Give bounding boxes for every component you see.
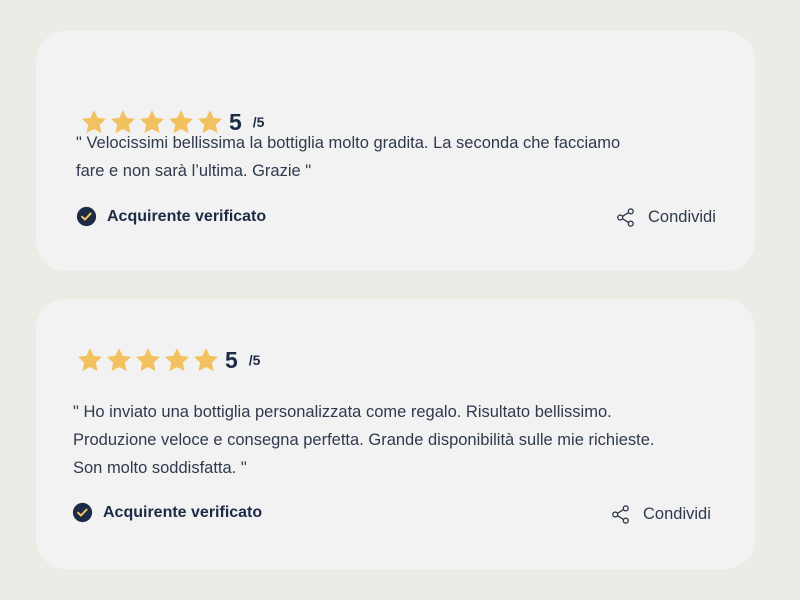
review-text: " Ho inviato una bottiglia personalizzat… bbox=[73, 403, 655, 477]
star-icon bbox=[76, 346, 104, 374]
review-card: 5 /5 " Velocissimi bellissima la bottigl… bbox=[36, 31, 755, 271]
check-circle-icon bbox=[76, 206, 97, 227]
rating-row: 5 /5 bbox=[76, 346, 260, 374]
rating-scale: /5 bbox=[248, 352, 261, 368]
share-label: Condividi bbox=[643, 505, 711, 523]
rating-scale: /5 bbox=[252, 114, 265, 130]
review-card: 5 /5 " Ho inviato una bottiglia personal… bbox=[36, 299, 755, 569]
star-icon bbox=[192, 346, 220, 374]
star-icon bbox=[105, 346, 133, 374]
rating-score: 5 bbox=[225, 346, 238, 373]
star-icon bbox=[134, 346, 162, 374]
verified-buyer-badge: Acquirente verificato bbox=[72, 502, 262, 523]
star-icon bbox=[163, 346, 191, 374]
verified-buyer-label: Acquirente verificato bbox=[107, 207, 267, 225]
star-rating bbox=[76, 346, 220, 374]
check-circle-icon bbox=[72, 502, 93, 523]
verified-buyer-badge: Acquirente verificato bbox=[76, 206, 266, 227]
share-button[interactable]: Condividi bbox=[610, 504, 711, 525]
review-text: " Velocissimi bellissima la bottiglia mo… bbox=[76, 134, 621, 180]
share-icon bbox=[617, 208, 634, 227]
share-icon bbox=[612, 505, 629, 524]
share-button[interactable]: Condividi bbox=[615, 207, 716, 228]
share-label: Condividi bbox=[648, 208, 716, 226]
verified-buyer-label: Acquirente verificato bbox=[103, 503, 263, 521]
